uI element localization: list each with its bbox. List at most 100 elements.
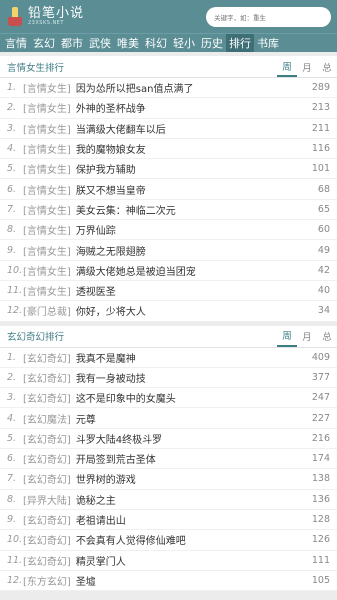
category-label[interactable]: [言情女生] (23, 141, 71, 156)
category-label[interactable]: [言情女生] (23, 263, 71, 278)
nav-item-shuku[interactable]: 书库 (254, 34, 282, 52)
book-title[interactable]: 美女云集：神临二次元 (76, 202, 312, 217)
book-title[interactable]: 开局签到荒古圣体 (76, 451, 306, 466)
vote-count: 34 (317, 305, 330, 317)
list-item[interactable]: 4. [言情女生] 我的魔物娘女友 116 (0, 139, 337, 160)
category-label[interactable]: [玄幻奇幻] (23, 532, 71, 547)
list-item[interactable]: 5. [言情女生] 保护我方辅助 101 (0, 159, 337, 180)
category-label[interactable]: [言情女生] (23, 100, 71, 115)
category-label[interactable]: [玄幻奇幻] (23, 451, 71, 466)
category-label[interactable]: [言情女生] (23, 202, 71, 217)
list-item[interactable]: 3. [言情女生] 当满级大佬翻车以后 211 (0, 119, 337, 139)
vote-count: 174 (311, 453, 330, 465)
category-label[interactable]: [言情女生] (23, 161, 71, 176)
nav-item-yanqing[interactable]: 言情 (2, 34, 30, 52)
list-item[interactable]: 4. [玄幻魔法] 元尊 227 (0, 408, 337, 429)
list-item[interactable]: 6. [言情女生] 朕又不想当皇帝 68 (0, 179, 337, 200)
list-item[interactable]: 12. [东方玄幻] 圣墟 105 (0, 571, 337, 592)
book-title[interactable]: 我的魔物娘女友 (76, 141, 306, 156)
book-title[interactable]: 满级大佬她总是被迫当团宠 (76, 263, 312, 278)
category-label[interactable]: [玄幻奇幻] (23, 390, 71, 405)
list-item[interactable]: 5. [玄幻奇幻] 斗罗大陆4终极斗罗 216 (0, 429, 337, 450)
nav-item-dushi[interactable]: 都市 (58, 34, 86, 52)
search-input[interactable]: 关键字，如：重生 (206, 6, 331, 27)
category-label[interactable]: [玄幻奇幻] (23, 512, 71, 527)
tab-month[interactable]: 月 (297, 56, 317, 77)
book-title[interactable]: 你好，少将大人 (76, 303, 312, 318)
list-item[interactable]: 7. [玄幻奇幻] 世界树的游戏 138 (0, 469, 337, 490)
category-label[interactable]: [玄幻奇幻] (23, 431, 71, 446)
category-label[interactable]: [玄幻奇幻] (23, 471, 71, 486)
list-item[interactable]: 11. [玄幻奇幻] 精灵掌门人 111 (0, 551, 337, 571)
book-title[interactable]: 我真不是魔神 (76, 350, 306, 365)
category-label[interactable]: [玄幻奇幻] (23, 350, 71, 365)
vote-count: 289 (311, 82, 330, 94)
category-label[interactable]: [言情女生] (23, 243, 71, 258)
list-item[interactable]: 3. [玄幻奇幻] 这不是印象中的女魔头 247 (0, 388, 337, 409)
book-title[interactable]: 圣墟 (76, 573, 306, 588)
book-title[interactable]: 万界仙踪 (76, 222, 312, 237)
list-item[interactable]: 12. [豪门总裁] 你好，少将大人 34 (0, 301, 337, 322)
nav-item-lishi[interactable]: 历史 (198, 34, 226, 52)
book-title[interactable]: 老祖请出山 (76, 512, 306, 527)
nav-item-wuxia[interactable]: 武侠 (86, 34, 114, 52)
list-item[interactable]: 11. [言情女生] 透视医圣 40 (0, 281, 337, 302)
list-item[interactable]: 7. [言情女生] 美女云集：神临二次元 65 (0, 200, 337, 221)
list-item[interactable]: 9. [玄幻奇幻] 老祖请出山 128 (0, 510, 337, 531)
search-placeholder: 关键字，如：重生 (214, 13, 266, 22)
category-label[interactable]: [言情女生] (23, 222, 71, 237)
tab-week[interactable]: 周 (277, 326, 297, 347)
list-item[interactable]: 2. [玄幻奇幻] 我有一身被动技 377 (0, 368, 337, 389)
book-title[interactable]: 不会真有人觉得修仙难吧 (76, 532, 306, 547)
top-bar: 铅笔小说 23XSKS.NET 关键字，如：重生 (0, 0, 337, 33)
book-title[interactable]: 当满级大佬翻车以后 (76, 121, 306, 136)
category-label[interactable]: [玄幻奇幻] (23, 370, 71, 385)
book-title[interactable]: 朕又不想当皇帝 (76, 182, 312, 197)
nav-item-kehuan[interactable]: 科幻 (142, 34, 170, 52)
vote-count: 65 (317, 203, 330, 215)
vote-count: 105 (311, 574, 330, 586)
category-label[interactable]: [言情女生] (23, 182, 71, 197)
book-title[interactable]: 精灵掌门人 (76, 553, 306, 568)
tab-total[interactable]: 总 (317, 326, 337, 347)
book-title[interactable]: 因为怂所以把san值点满了 (76, 80, 306, 95)
book-title[interactable]: 海贼之无限翅膀 (76, 243, 312, 258)
tab-total[interactable]: 总 (317, 56, 337, 77)
list-item[interactable]: 1. [玄幻奇幻] 我真不是魔神 409 (0, 348, 337, 368)
list-item[interactable]: 8. [异界大陆] 诡秘之主 136 (0, 490, 337, 510)
category-label[interactable]: [东方玄幻] (23, 573, 71, 588)
list-item[interactable]: 1. [言情女生] 因为怂所以把san值点满了 289 (0, 78, 337, 99)
site-logo[interactable]: 铅笔小说 23XSKS.NET (6, 6, 84, 27)
book-title[interactable]: 我有一身被动技 (76, 370, 306, 385)
list-item[interactable]: 10. [玄幻奇幻] 不会真有人觉得修仙难吧 126 (0, 530, 337, 551)
book-title[interactable]: 世界树的游戏 (76, 471, 306, 486)
tab-week[interactable]: 周 (277, 56, 297, 77)
list-item[interactable]: 2. [言情女生] 外神的圣杯战争 213 (0, 98, 337, 119)
nav-item-qingxiao[interactable]: 轻小 (170, 34, 198, 52)
book-title[interactable]: 透视医圣 (76, 283, 312, 298)
list-item[interactable]: 6. [玄幻奇幻] 开局签到荒古圣体 174 (0, 449, 337, 470)
category-label[interactable]: [豪门总裁] (23, 303, 71, 318)
category-label[interactable]: [玄幻魔法] (23, 411, 71, 426)
list-item[interactable]: 9. [言情女生] 海贼之无限翅膀 49 (0, 240, 337, 261)
category-label[interactable]: [玄幻奇幻] (23, 553, 71, 568)
pencil-pot-icon (6, 6, 24, 27)
book-title[interactable]: 外神的圣杯战争 (76, 100, 306, 115)
book-title[interactable]: 斗罗大陆4终极斗罗 (76, 431, 306, 446)
book-title[interactable]: 元尊 (76, 411, 306, 426)
book-title[interactable]: 诡秘之主 (76, 492, 306, 507)
nav-item-xuanhuan[interactable]: 玄幻 (30, 34, 58, 52)
book-title[interactable]: 保护我方辅助 (76, 161, 306, 176)
list-item[interactable]: 8. [言情女生] 万界仙踪 60 (0, 220, 337, 241)
category-label[interactable]: [异界大陆] (23, 492, 71, 507)
nav-item-paihang[interactable]: 排行 (226, 34, 254, 52)
list-item[interactable]: 10. [言情女生] 满级大佬她总是被迫当团宠 42 (0, 261, 337, 281)
book-title[interactable]: 这不是印象中的女魔头 (76, 390, 306, 405)
category-label[interactable]: [言情女生] (23, 80, 71, 95)
category-label[interactable]: [言情女生] (23, 283, 71, 298)
nav-item-weimei[interactable]: 唯美 (114, 34, 142, 52)
panel-title: 玄幻奇幻排行 (7, 332, 65, 344)
rank-number: 11. (7, 285, 23, 297)
tab-month[interactable]: 月 (297, 326, 317, 347)
category-label[interactable]: [言情女生] (23, 121, 71, 136)
